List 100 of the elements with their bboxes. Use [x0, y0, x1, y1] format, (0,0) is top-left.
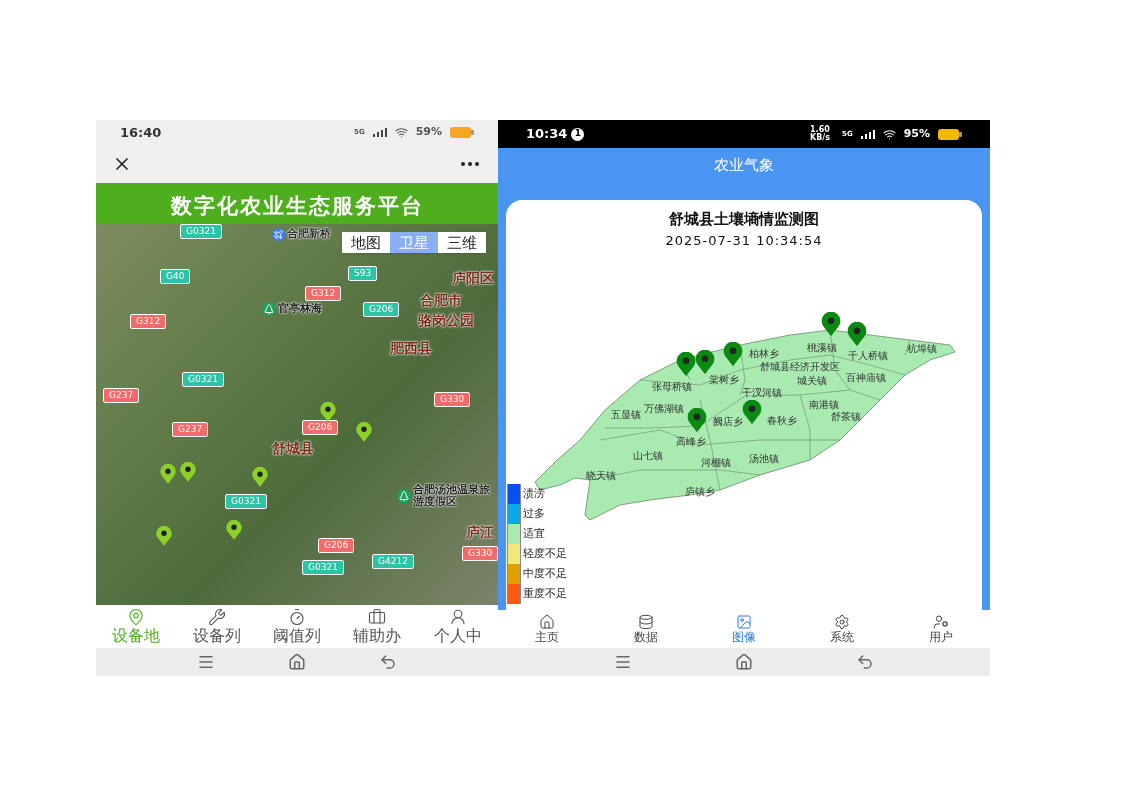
- user-icon: [932, 614, 949, 630]
- map-pin-icon: [675, 352, 697, 377]
- road-shield: G330: [462, 546, 498, 561]
- town-label: 万佛湖镇: [644, 403, 684, 414]
- road-shield: S93: [348, 266, 378, 281]
- town-label: 杭埠镇: [907, 343, 937, 354]
- place-label: 庐阳区: [452, 269, 494, 288]
- town-label: 桃溪镇: [807, 342, 837, 353]
- back-icon[interactable]: [856, 653, 875, 671]
- header-title: 数字化农业生态服务平台: [170, 192, 424, 220]
- status-time: 16:40: [120, 123, 162, 142]
- wifi-icon: [882, 127, 896, 141]
- place-label: 肥西县: [390, 339, 432, 358]
- road-shield: G206: [318, 538, 355, 553]
- town-label: 汤池镇: [749, 453, 779, 464]
- map-pin-icon: [319, 402, 337, 422]
- place-label: 舒城县: [272, 439, 314, 458]
- map-pin-icon: [155, 526, 173, 546]
- tree-icon: [397, 489, 411, 503]
- place-label: 合肥市: [420, 291, 462, 310]
- town-label: 柏林乡: [749, 348, 779, 359]
- nav-tab[interactable]: 辅助办: [337, 605, 418, 648]
- map-pin-icon: [159, 464, 177, 484]
- map-pin-icon: [686, 408, 708, 433]
- poi-label: 官亭林海: [278, 303, 323, 315]
- nav-tab[interactable]: 个人中: [417, 605, 499, 648]
- user-icon: [448, 608, 467, 626]
- timer-icon: [288, 608, 306, 626]
- nav-tab[interactable]: 用户: [891, 610, 991, 648]
- legend-label: 轻度不足: [523, 545, 567, 562]
- road-shield: G312: [305, 286, 342, 301]
- home-icon[interactable]: [735, 653, 753, 671]
- menu-icon[interactable]: [196, 653, 215, 671]
- town-label: 五显镇: [611, 409, 641, 420]
- town-label: 庐镇乡: [685, 486, 715, 497]
- nav-tab[interactable]: 系统: [793, 610, 892, 648]
- legend-label: 重度不足: [523, 585, 567, 602]
- nav-tab[interactable]: 数据: [596, 610, 695, 648]
- place-label: 合肥新桥: [287, 226, 331, 242]
- town-label: 舒茶镇: [831, 411, 861, 422]
- town-label: 晓天镇: [586, 470, 616, 481]
- poi-label: 合肥汤池温泉旅游度假区: [413, 484, 491, 508]
- road-shield: G206: [363, 302, 400, 317]
- map-pin-icon: [820, 312, 842, 337]
- battery-percent: 59%: [415, 124, 442, 141]
- road-shield: G4212: [372, 554, 414, 569]
- road-shield: G312: [130, 314, 167, 329]
- town-label: 千人桥镇: [848, 350, 888, 361]
- home-icon[interactable]: [288, 653, 306, 671]
- map-pin-icon: [251, 467, 269, 487]
- road-shield: G206: [302, 420, 339, 435]
- legend-label: 中度不足: [523, 565, 567, 582]
- place-label: 骆岗公园: [418, 311, 474, 330]
- status-time: 10:34: [526, 125, 568, 144]
- road-shield: G237: [103, 388, 140, 403]
- tools-icon: [207, 608, 226, 626]
- nav-tab[interactable]: 设备列: [176, 605, 257, 648]
- map-layer-tab[interactable]: 三维: [438, 232, 486, 253]
- legend-label: 过多: [523, 505, 545, 522]
- legend-label: 适宜: [523, 525, 545, 542]
- road-shield: G0321: [302, 560, 344, 575]
- nav-tab[interactable]: 阈值列: [256, 605, 338, 648]
- road-shield: G237: [172, 422, 209, 437]
- road-shield: G330: [434, 392, 471, 407]
- map-pin-icon: [741, 400, 763, 425]
- map-pin-icon: [127, 608, 146, 626]
- card-timestamp: 2025-07-31 10:34:54: [665, 231, 823, 250]
- town-label: 干汊河镇: [742, 387, 782, 398]
- header-title: 农业气象: [714, 154, 774, 176]
- signal-icon: [372, 128, 387, 137]
- town-label: 南港镇: [809, 399, 839, 410]
- card-title: 舒城县土壤墒情监测图: [669, 209, 819, 230]
- town-label: 春秋乡: [767, 415, 797, 426]
- legend-label: 渍涝: [523, 485, 545, 502]
- road-shield: G40: [160, 269, 191, 284]
- home-icon: [539, 614, 556, 630]
- database-icon: [637, 614, 654, 630]
- town-label: 山七镇: [633, 450, 663, 461]
- back-icon[interactable]: [379, 653, 398, 671]
- signal-icon: [860, 129, 875, 139]
- town-label: 舒城县经济开发区: [760, 361, 840, 372]
- map-pin-icon: [179, 462, 197, 482]
- map-pin-icon: [694, 350, 716, 375]
- nav-tab[interactable]: 图像: [694, 610, 794, 648]
- map-pin-icon: [355, 422, 373, 442]
- menu-icon[interactable]: [613, 653, 632, 671]
- settings-icon: [834, 614, 851, 630]
- wifi-icon: [394, 126, 408, 139]
- town-label: 棠树乡: [709, 374, 739, 385]
- place-label: 庐江: [466, 523, 494, 542]
- briefcase-icon: [368, 608, 387, 626]
- notification-badge: 1: [571, 127, 585, 141]
- road-shield: G0321: [182, 372, 224, 387]
- network-speed: 1.60 KB/s: [810, 126, 831, 142]
- map-pin-icon: [722, 342, 744, 367]
- tree-icon: [262, 302, 276, 316]
- map-pin-icon: [846, 322, 868, 347]
- nav-tab[interactable]: 主页: [498, 610, 597, 648]
- town-label: 高峰乡: [676, 436, 706, 447]
- map-layer-tab[interactable]: 地图: [342, 232, 390, 253]
